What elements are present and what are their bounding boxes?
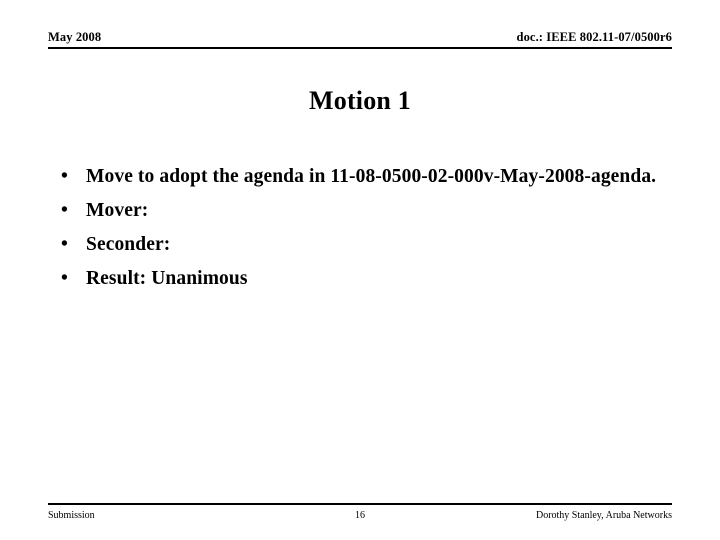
motion-bullet-list: • Move to adopt the agenda in 11-08-0500…	[48, 160, 672, 296]
slide-body: • Move to adopt the agenda in 11-08-0500…	[48, 160, 672, 296]
footer-page-number: 16	[354, 510, 365, 521]
list-item: • Seconder:	[48, 228, 672, 262]
list-item-label: Result: Unanimous	[86, 268, 248, 289]
footer-divider	[48, 503, 672, 505]
list-item-label: Move to adopt the agenda in 11-08-0500-0…	[86, 166, 657, 187]
list-item-label: Seconder:	[86, 234, 171, 255]
header-divider	[48, 47, 672, 49]
slide-footer: Submission 16 Dorothy Stanley, Aruba Net…	[48, 509, 672, 525]
bullet-icon: •	[61, 234, 68, 255]
bullet-icon: •	[61, 166, 68, 187]
list-item: • Mover:	[48, 194, 672, 228]
page-title: Motion 1	[309, 86, 411, 116]
list-item: • Move to adopt the agenda in 11-08-0500…	[48, 160, 672, 194]
bullet-icon: •	[61, 200, 68, 221]
list-item: • Result: Unanimous	[48, 262, 672, 296]
footer-submission-label: Submission	[48, 510, 95, 521]
header-date: May 2008	[48, 30, 102, 44]
list-item-label: Mover:	[86, 200, 149, 221]
bullet-icon: •	[61, 268, 68, 289]
slide: May 2008 doc.: IEEE 802.11-07/0500r6 Mot…	[0, 0, 720, 540]
footer-author: Dorothy Stanley, Aruba Networks	[535, 510, 672, 521]
header-document-number: doc.: IEEE 802.11-07/0500r6	[516, 30, 672, 44]
